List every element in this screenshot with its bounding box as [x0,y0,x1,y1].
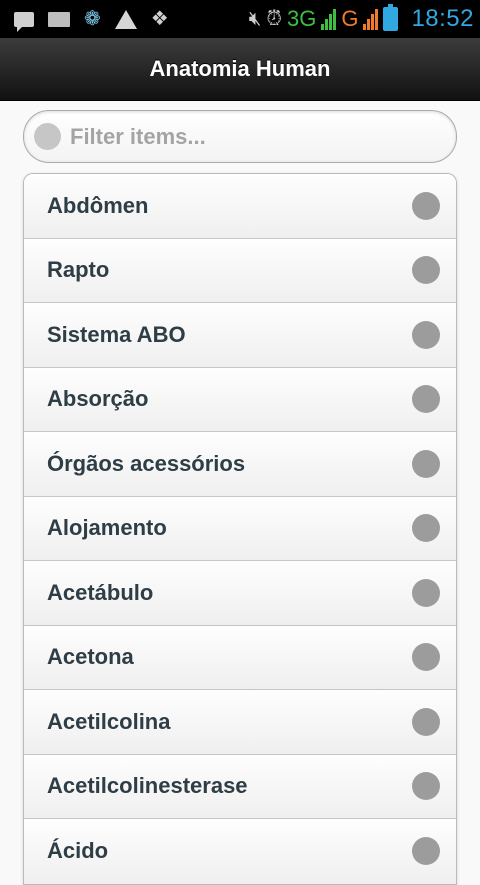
arrow-right-icon [412,837,440,866]
filter-input[interactable] [70,123,430,150]
battery-icon [383,4,399,31]
mail-icon [48,11,70,27]
arrow-right-icon [412,385,440,414]
list-item[interactable]: Rapto [24,238,456,303]
search-icon [34,123,61,150]
app-icon: ❁ [84,8,101,30]
mute-icon: 🔇︎ [248,8,262,30]
arrow-right-icon [412,320,440,349]
arrow-right-icon [412,707,440,736]
arrow-right-icon [412,449,440,478]
list-item-label: Absorção [47,386,149,412]
arrow-right-icon [412,578,440,607]
list-item[interactable]: Ácido [24,819,456,884]
list-item-label: Ácido [47,838,109,864]
list-item-label: Abdômen [47,192,149,218]
list-item[interactable]: Acetábulo [24,561,456,626]
warning-icon [114,9,137,29]
list-item[interactable]: Alojamento [24,496,456,561]
list-item[interactable]: Órgãos acessórios [24,432,456,497]
list-item-label: Acetona [47,644,134,670]
chat-icon: ❖ [150,8,169,30]
list-item[interactable]: Sistema ABO [24,303,456,368]
clock: 18:52 [411,5,474,32]
list-item-label: Sistema ABO [47,321,186,347]
arrow-right-icon [412,643,440,672]
network-3g-label: 3G [286,6,317,31]
arrow-right-icon [412,772,440,801]
alarm-icon: ⏰︎ [266,8,282,30]
system-icons: 🔇︎ ⏰︎ 3G G 18:52 [248,4,474,33]
list-item-label: Acetilcolinesterase [47,773,248,799]
filter-bar [23,110,457,163]
list-item-label: Acetábulo [47,579,154,605]
list-item[interactable]: Absorção [24,367,456,432]
signal-3g-icon [321,8,337,30]
list-item-label: Rapto [47,257,110,283]
arrow-right-icon [412,256,440,285]
item-list: Abdômen Rapto Sistema ABO Absorção Órgão… [23,173,457,885]
status-bar: ❁ ❖ 🔇︎ ⏰︎ 3G G 18:52 [0,0,480,38]
list-item-label: Órgãos acessórios [47,450,246,476]
list-item[interactable]: Acetilcolina [24,690,456,755]
app-header: Anatomia Human [0,38,480,101]
list-item[interactable]: Acetona [24,625,456,690]
page-title: Anatomia Human [149,56,331,81]
message-icon [14,11,34,32]
list-item[interactable]: Abdômen [24,174,456,239]
list-item-label: Alojamento [47,515,167,541]
list-item-label: Acetilcolina [47,708,171,734]
arrow-right-icon [412,191,440,220]
notification-icons: ❁ ❖ [14,8,169,32]
signal-g-icon [363,8,379,30]
arrow-right-icon [412,514,440,543]
list-item[interactable]: Acetilcolinesterase [24,754,456,819]
network-g-label: G [341,6,359,31]
